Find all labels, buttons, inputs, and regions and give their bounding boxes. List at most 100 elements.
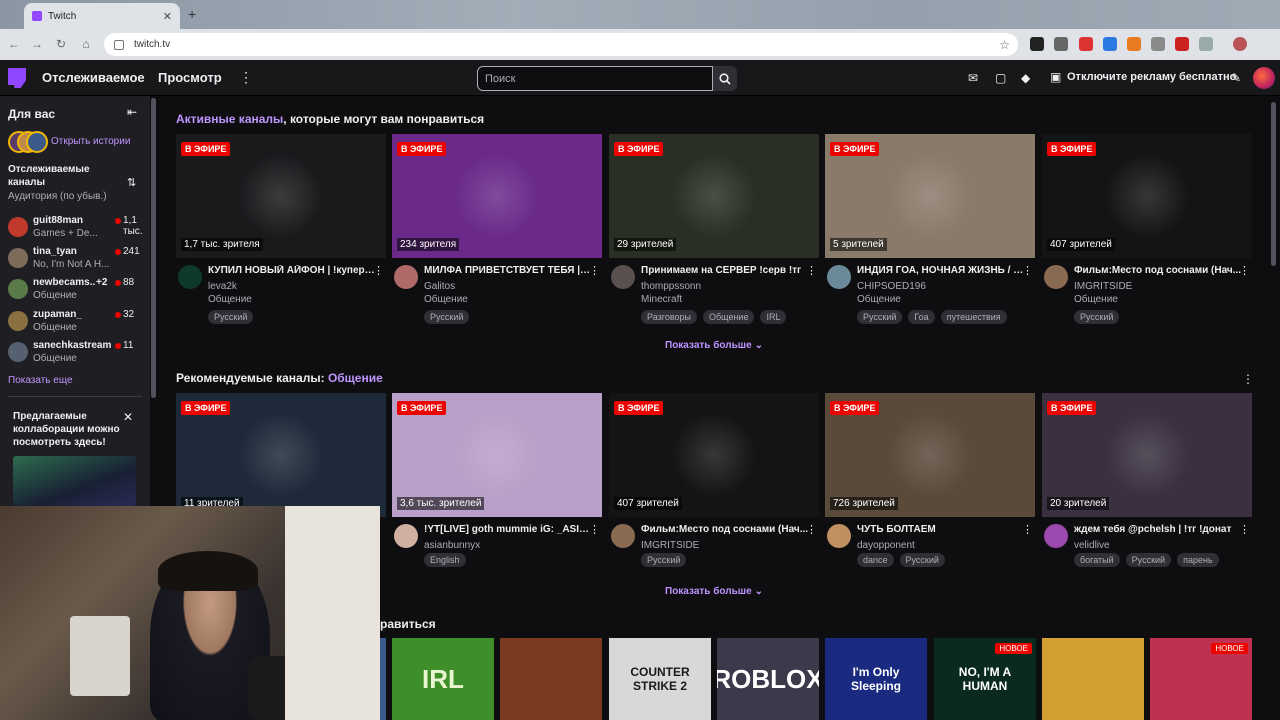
show-more-button[interactable]: Показать больше ⌄	[665, 586, 763, 597]
main-scrollbar[interactable]	[1271, 102, 1276, 266]
extension-icon[interactable]	[1079, 37, 1093, 51]
extension-icon[interactable]	[1127, 37, 1141, 51]
channel-avatar[interactable]	[178, 265, 202, 289]
bookmark-star-icon[interactable]: ☆	[999, 38, 1010, 52]
channel-name[interactable]: leva2k	[208, 281, 237, 292]
category-card[interactable]: I'm Only Sleeping	[825, 638, 927, 720]
extension-icon[interactable]	[1151, 37, 1165, 51]
user-avatar[interactable]	[1253, 67, 1275, 89]
channel-avatar[interactable]	[827, 524, 851, 548]
channel-avatar[interactable]	[827, 265, 851, 289]
tag[interactable]: богатый	[1074, 553, 1120, 567]
sidebar-channel[interactable]: sanechkastream Общение 11	[8, 340, 148, 370]
category-card[interactable]: ROBLOX	[717, 638, 819, 720]
channel-avatar[interactable]	[611, 524, 635, 548]
extension-icon[interactable]: ✎	[1231, 71, 1241, 85]
open-stories-link[interactable]: Открыть истории	[51, 136, 130, 147]
channel-avatar[interactable]	[394, 524, 418, 548]
sidebar-channel[interactable]: zupaman_ Общение 32	[8, 309, 148, 339]
card-more-icon[interactable]: ⋮	[1022, 264, 1033, 277]
reload-icon[interactable]: ↻	[50, 37, 72, 51]
site-info-icon[interactable]	[114, 39, 124, 50]
category-card-partial[interactable]	[380, 638, 386, 720]
forward-icon[interactable]: →	[26, 37, 48, 51]
sidebar-scrollbar[interactable]	[151, 98, 156, 398]
tag[interactable]: Русский	[424, 310, 470, 324]
tag[interactable]: Общение	[703, 310, 755, 324]
tag[interactable]: Гоа	[908, 310, 935, 324]
channel-name[interactable]: asianbunnyx	[424, 540, 480, 551]
stories-avatars[interactable]	[8, 131, 48, 153]
extension-icon[interactable]	[1030, 37, 1044, 51]
url-field[interactable]: twitch.tv ☆	[104, 33, 1018, 56]
card-more-icon[interactable]: ⋮	[589, 523, 600, 536]
nav-browse[interactable]: Просмотр	[158, 70, 222, 85]
stream-title[interactable]: МИЛФА ПРИВЕТСТВУЕТ ТЕБЯ | !...	[424, 265, 592, 276]
tag[interactable]: English	[424, 553, 466, 567]
sidebar-channel[interactable]: newbecams... +2 Общение 88	[8, 277, 148, 307]
card-more-icon[interactable]: ⋮	[589, 264, 600, 277]
stream-category[interactable]: Общение	[857, 294, 901, 305]
stream-title[interactable]: ждем тебя @pchelsh | !тг !донат	[1074, 524, 1242, 535]
sidebar-channel[interactable]: guit88man Games + De... 1,1 тыс.	[8, 215, 148, 245]
tag[interactable]: dance	[857, 553, 894, 567]
tag[interactable]: IRL	[760, 310, 787, 324]
card-more-icon[interactable]: ⋮	[1022, 523, 1033, 536]
extensions-puzzle-icon[interactable]	[1199, 37, 1213, 51]
channel-avatar[interactable]	[1044, 265, 1068, 289]
search-button[interactable]	[713, 66, 737, 91]
whispers-icon[interactable]: ▢	[995, 71, 1006, 85]
ad-free-button[interactable]: Отключите рекламу бесплатно	[1067, 71, 1236, 83]
extension-icon[interactable]	[1103, 37, 1117, 51]
tag[interactable]: Русский	[641, 553, 687, 567]
tag[interactable]: Русский	[857, 310, 903, 324]
tag[interactable]: парень	[1177, 553, 1219, 567]
card-more-icon[interactable]: ⋮	[806, 523, 817, 536]
category-card[interactable]: IRL	[392, 638, 494, 720]
channel-avatar[interactable]	[394, 265, 418, 289]
channel-name[interactable]: dayopponent	[857, 540, 915, 551]
tag[interactable]: путешествия	[940, 310, 1007, 324]
close-tab-icon[interactable]: ✕	[163, 10, 172, 23]
card-more-icon[interactable]: ⋮	[806, 264, 817, 277]
stream-title[interactable]: Фильм:Место под соснами (Нач...	[1074, 265, 1242, 276]
twitch-logo-icon[interactable]	[8, 68, 26, 88]
show-more-channels-link[interactable]: Показать еще	[8, 375, 73, 386]
inbox-icon[interactable]: ✉	[968, 71, 978, 85]
category-card[interactable]: COUNTER STRIKE 2	[609, 638, 711, 720]
collapse-sidebar-icon[interactable]: ⇤	[127, 105, 137, 119]
crown-icon[interactable]: ◆	[1021, 71, 1030, 85]
tag[interactable]: Русский	[1125, 553, 1172, 567]
tag[interactable]: Разговоры	[641, 310, 697, 324]
channel-name[interactable]: IMGRITSIDE	[641, 540, 699, 551]
extension-icon[interactable]	[1175, 37, 1189, 51]
tag[interactable]: Русский	[208, 310, 254, 324]
category-card[interactable]: НОВОЕ	[1150, 638, 1252, 720]
tag[interactable]: Русский	[899, 553, 945, 567]
category-card[interactable]: NO, I'M A HUMAN НОВОЕ	[934, 638, 1036, 720]
stream-title[interactable]: !YT[LIVE] goth mummie iG: _ASIA...	[424, 524, 592, 535]
sort-icon[interactable]: ⇅	[127, 176, 136, 189]
category-card[interactable]	[1042, 638, 1144, 720]
section-heading-link[interactable]: Активные каналы	[176, 112, 283, 126]
home-icon[interactable]: ⌂	[75, 37, 97, 51]
stream-title[interactable]: КУПИЛ НОВЫЙ АЙФОН | !купер !...	[208, 265, 376, 276]
stream-title[interactable]: ИНДИЯ ГОА, НОЧНАЯ ЖИЗНЬ / 1...	[857, 265, 1025, 276]
extension-icon[interactable]	[1054, 37, 1068, 51]
channel-name[interactable]: Galitos	[424, 281, 455, 292]
card-more-icon[interactable]: ⋮	[1239, 523, 1250, 536]
browser-tab[interactable]: Twitch ✕	[24, 3, 180, 29]
sidebar-channel[interactable]: tina_tyan No, I'm Not A H... 241	[8, 246, 148, 276]
channel-name[interactable]: velidlive	[1074, 540, 1110, 551]
show-more-button[interactable]: Показать больше ⌄	[665, 340, 763, 351]
channel-name[interactable]: CHIPSOED196	[857, 281, 926, 292]
back-icon[interactable]: ←	[3, 37, 25, 51]
section-more-icon[interactable]: ⋮	[1242, 372, 1254, 386]
stream-category[interactable]: Minecraft	[641, 294, 682, 305]
close-icon[interactable]: ✕	[123, 410, 133, 424]
search-input[interactable]: Поиск	[477, 66, 713, 91]
channel-name[interactable]: thomppssonn	[641, 281, 701, 292]
channel-avatar[interactable]	[1044, 524, 1068, 548]
nav-following[interactable]: Отслеживаемое	[42, 70, 145, 85]
stream-title[interactable]: ЧУТЬ БОЛТАЕМ	[857, 524, 1025, 535]
